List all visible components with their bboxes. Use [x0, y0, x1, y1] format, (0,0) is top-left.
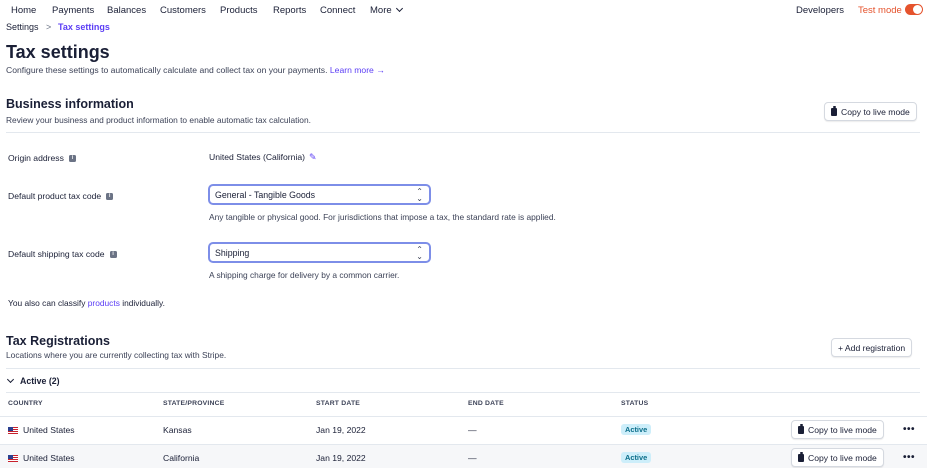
nav-products[interactable]: Products [220, 5, 258, 16]
country-text: United States [23, 425, 75, 435]
column-header-end-date[interactable]: END DATE [468, 400, 504, 407]
page-subtitle: Configure these settings to automaticall… [6, 65, 385, 75]
column-header-start-date[interactable]: START DATE [316, 400, 360, 407]
status-badge: Active [621, 424, 652, 435]
nav-reports[interactable]: Reports [273, 5, 306, 16]
info-icon[interactable]: i [68, 154, 76, 162]
test-mode-toggle[interactable] [905, 4, 923, 15]
test-mode-label: Test mode [858, 5, 902, 16]
origin-address-label: Origin address i [8, 153, 76, 163]
pencil-icon[interactable]: ✎ [309, 152, 317, 162]
tax-registrations-description: Locations where you are currently collec… [6, 350, 227, 360]
us-flag-icon [8, 427, 18, 434]
select-chevron-icon: ⌃ ⌄ [416, 245, 423, 261]
origin-address-value-text: United States (California) [209, 152, 306, 162]
shipping-tax-code-text: Default shipping tax code [8, 249, 105, 259]
status-badge: Active [621, 452, 652, 463]
country-text: United States [23, 453, 75, 463]
clipboard-icon [798, 452, 804, 462]
add-registration-button[interactable]: + Add registration [831, 338, 913, 357]
copy-to-live-label: Copy to live mode [841, 106, 910, 117]
column-header-state[interactable]: STATE/PROVINCE [163, 400, 224, 407]
nav-connect[interactable]: Connect [320, 5, 355, 16]
product-tax-code-select[interactable]: General - Tangible Goods ⌃ ⌄ [208, 184, 431, 205]
shipping-tax-code-select[interactable]: Shipping ⌃ ⌄ [208, 242, 431, 263]
breadcrumb-separator-icon: > [46, 22, 52, 32]
shipping-tax-code-label: Default shipping tax code i [8, 249, 117, 259]
divider [6, 392, 920, 393]
select-chevron-icon: ⌃ ⌄ [416, 187, 423, 203]
tax-registrations-title: Tax Registrations [6, 334, 110, 348]
products-link[interactable]: products [88, 298, 120, 308]
product-tax-code-help: Any tangible or physical good. For juris… [209, 212, 556, 222]
classify-suffix: individually. [122, 298, 165, 308]
start-date-cell: Jan 19, 2022 [316, 425, 366, 435]
origin-address-value: United States (California) ✎ [209, 152, 317, 163]
shipping-tax-code-value: Shipping [215, 247, 250, 258]
divider [6, 132, 920, 133]
nav-more-label: More [370, 5, 392, 16]
product-tax-code-label: Default product tax code i [8, 191, 114, 201]
column-header-status[interactable]: STATUS [621, 400, 648, 407]
learn-more-link[interactable]: Learn more → [330, 65, 385, 75]
column-header-country[interactable]: COUNTRY [8, 400, 43, 407]
copy-to-live-button[interactable]: Copy to live mode [824, 102, 917, 121]
info-icon[interactable]: i [106, 192, 114, 200]
top-navigation: Home Payments Balances Customers Product… [0, 0, 927, 21]
nav-balances[interactable]: Balances [107, 5, 146, 16]
classify-note: You also can classify products individua… [8, 298, 165, 308]
row-copy-to-live-label: Copy to live mode [808, 452, 877, 463]
info-icon[interactable]: i [109, 250, 117, 258]
page-title: Tax settings [6, 42, 110, 62]
origin-address-text: Origin address [8, 153, 64, 163]
us-flag-icon [8, 455, 18, 462]
nav-more[interactable]: More [370, 4, 403, 16]
divider [6, 368, 920, 369]
row-copy-to-live-label: Copy to live mode [808, 424, 877, 435]
business-info-title: Business information [6, 97, 134, 111]
shipping-tax-code-help: A shipping charge for delivery by a comm… [209, 270, 400, 280]
table-row[interactable]: United States Kansas Jan 19, 2022 — Acti… [0, 416, 927, 443]
row-copy-to-live-button[interactable]: Copy to live mode [791, 420, 884, 439]
more-actions-icon[interactable]: ••• [903, 452, 915, 463]
product-tax-code-value: General - Tangible Goods [215, 189, 316, 200]
page-subtitle-text: Configure these settings to automaticall… [6, 65, 328, 75]
table-row[interactable]: United States California Jan 19, 2022 — … [0, 444, 927, 468]
state-cell: California [163, 453, 200, 463]
state-cell: Kansas [163, 425, 192, 435]
row-copy-to-live-button[interactable]: Copy to live mode [791, 448, 884, 467]
more-actions-icon[interactable]: ••• [903, 424, 915, 435]
nav-home[interactable]: Home [11, 5, 36, 16]
breadcrumb-current[interactable]: Tax settings [58, 22, 110, 32]
chevron-down-icon [6, 375, 15, 384]
classify-prefix: You also can classify [8, 298, 86, 308]
active-group-label: Active (2) [20, 376, 60, 386]
nav-customers[interactable]: Customers [160, 5, 206, 16]
clipboard-icon [798, 424, 804, 434]
breadcrumb-settings[interactable]: Settings [6, 22, 39, 32]
developers-link[interactable]: Developers [796, 5, 844, 16]
active-group-toggle[interactable]: Active (2) [6, 375, 60, 386]
clipboard-icon [831, 106, 837, 116]
start-date-cell: Jan 19, 2022 [316, 453, 366, 463]
end-date-cell: — [468, 453, 477, 463]
business-info-description: Review your business and product informa… [6, 115, 311, 125]
nav-payments[interactable]: Payments [52, 5, 94, 16]
product-tax-code-text: Default product tax code [8, 191, 102, 201]
end-date-cell: — [468, 425, 477, 435]
country-cell: United States [8, 425, 75, 435]
country-cell: United States [8, 453, 75, 463]
chevron-down-icon [395, 4, 403, 13]
